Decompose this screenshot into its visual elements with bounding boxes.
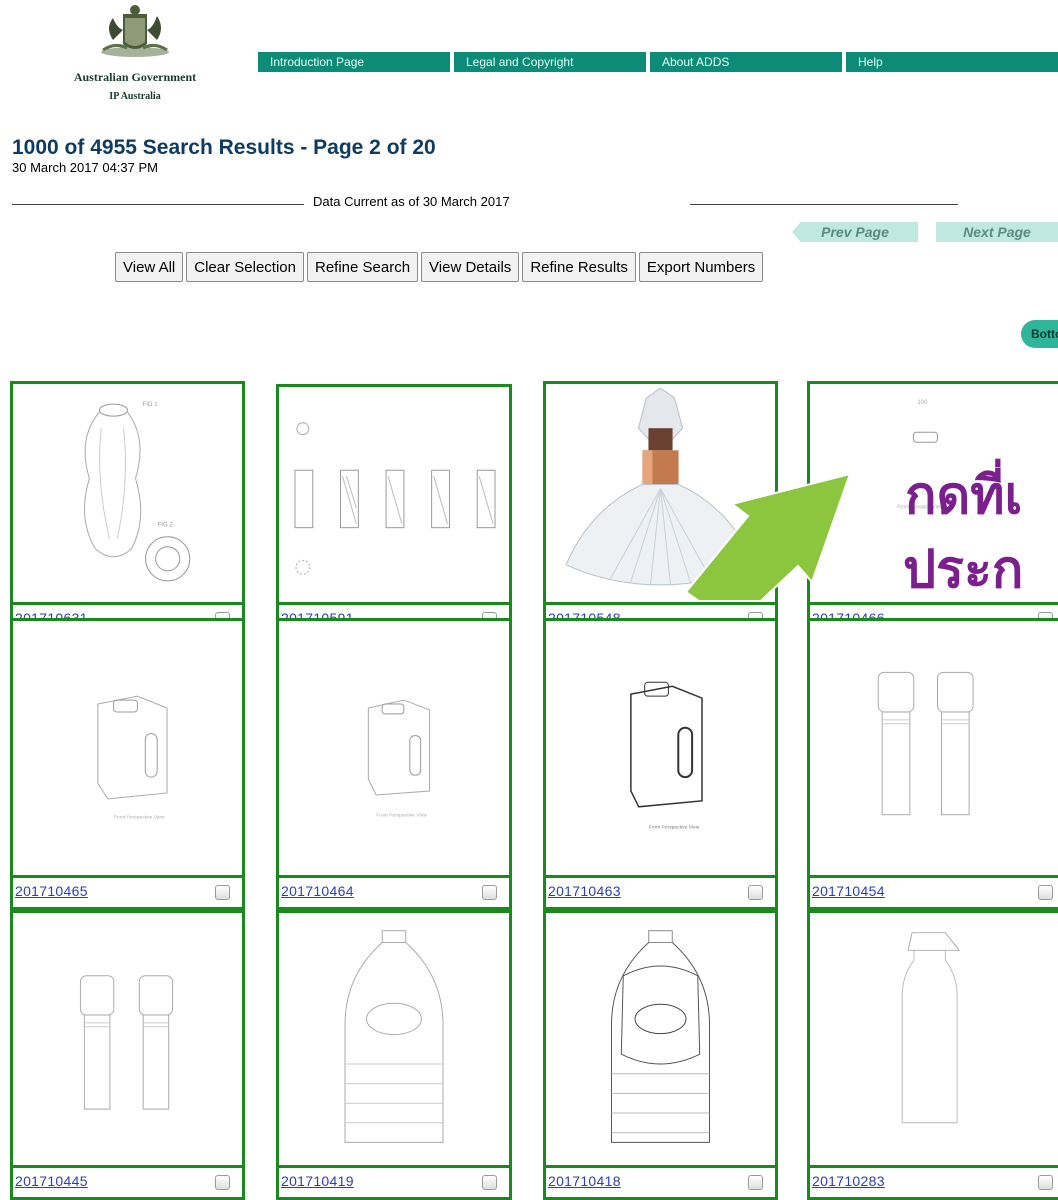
result-card: 201710454: [807, 618, 1058, 910]
result-card: Front Perspective View 201710465: [10, 618, 245, 910]
nav-help[interactable]: Help: [846, 52, 1058, 72]
top-nav-bar: Introduction Page Legal and Copyright Ab…: [258, 52, 1058, 72]
annotation-arrow-icon: [684, 472, 852, 600]
org-name: Australian Government: [73, 70, 197, 84]
annotation-text-line-1: กดที่เ: [905, 466, 1023, 526]
select-checkbox[interactable]: [215, 1175, 230, 1190]
select-checkbox[interactable]: [1038, 885, 1053, 900]
clear-selection-button[interactable]: Clear Selection: [186, 252, 304, 282]
card-divider: [546, 875, 775, 878]
card-divider: [279, 602, 509, 605]
refine-search-button[interactable]: Refine Search: [306, 252, 419, 282]
prev-page-button[interactable]: Prev Page: [792, 222, 918, 242]
nav-legal-copyright[interactable]: Legal and Copyright: [454, 52, 646, 72]
view-details-button[interactable]: View Details: [421, 252, 520, 282]
card-divider: [279, 875, 509, 878]
card-divider: [810, 602, 1058, 605]
jug-drawing-icon[interactable]: Front Perspective View: [550, 625, 771, 872]
svg-text:FIG 1: FIG 1: [143, 402, 159, 408]
select-checkbox[interactable]: [1038, 1175, 1053, 1190]
result-card: 201710445: [10, 910, 245, 1200]
result-number-link[interactable]: 201710463: [548, 883, 621, 899]
card-divider: [810, 1165, 1058, 1168]
bottom-button[interactable]: Bottom: [1021, 320, 1058, 348]
view-all-button[interactable]: View All: [115, 252, 184, 282]
select-checkbox[interactable]: [482, 885, 497, 900]
sport-bottle-drawing-icon[interactable]: [814, 917, 1058, 1162]
result-number-link[interactable]: 201710454: [812, 883, 885, 899]
card-divider: [546, 1165, 775, 1168]
svg-text:Front Perspective View: Front Perspective View: [376, 813, 427, 819]
bottle-set-drawing-icon[interactable]: [283, 391, 505, 599]
svg-text:FIG 2: FIG 2: [158, 523, 174, 529]
australian-government-logo: Australian Government IP Australia: [50, 0, 220, 112]
result-number-link[interactable]: 201710283: [812, 1173, 885, 1189]
jug-drawing-icon[interactable]: Front Perspective View: [283, 625, 505, 872]
result-card: FIG 1 FIG 2 201710631: [10, 381, 245, 637]
export-numbers-button[interactable]: Export Numbers: [638, 252, 764, 282]
result-number-link[interactable]: 201710464: [281, 883, 354, 899]
tumbler-pair-drawing-icon[interactable]: [17, 917, 238, 1162]
result-number-link[interactable]: 201710445: [15, 1173, 88, 1189]
divider-left: [12, 204, 304, 205]
card-divider: [546, 602, 775, 605]
result-card: 201710418: [543, 910, 778, 1200]
coat-of-arms-icon: [101, 5, 169, 57]
result-card: Front Perspective View 201710463: [543, 618, 778, 910]
card-divider: [810, 875, 1058, 878]
select-checkbox[interactable]: [748, 885, 763, 900]
tumbler-pair-drawing-icon[interactable]: [814, 625, 1058, 872]
select-checkbox[interactable]: [215, 885, 230, 900]
svg-text:Front Perspective View: Front Perspective View: [114, 815, 165, 821]
svg-text:100: 100: [917, 400, 928, 406]
card-divider: [279, 1165, 509, 1168]
nav-about-adds[interactable]: About ADDS: [650, 52, 842, 72]
select-checkbox[interactable]: [482, 1175, 497, 1190]
annotation-text-line-2: ประก: [903, 540, 1024, 600]
select-checkbox[interactable]: [748, 1175, 763, 1190]
results-toolbar: View All Clear Selection Refine Search V…: [115, 252, 766, 282]
result-card: 201710591: [276, 384, 512, 637]
svg-text:Front Perspective View: Front Perspective View: [649, 825, 700, 831]
result-card: Front Perspective View 201710464: [276, 618, 512, 910]
next-page-button[interactable]: Next Page: [936, 222, 1058, 242]
result-card: 201710283: [807, 910, 1058, 1200]
sub-org-name: IP Australia: [109, 91, 161, 102]
result-number-link[interactable]: 201710419: [281, 1173, 354, 1189]
card-divider: [13, 875, 242, 878]
result-timestamp: 30 March 2017 04:37 PM: [12, 160, 158, 175]
data-current-notice: Data Current as of 30 March 2017: [313, 194, 510, 209]
bottle-drawing-icon[interactable]: FIG 1 FIG 2: [17, 388, 238, 599]
result-number-link[interactable]: 201710418: [548, 1173, 621, 1189]
divider-right: [690, 204, 958, 205]
result-card: 201710419: [276, 910, 512, 1200]
card-divider: [13, 602, 242, 605]
large-bottle-drawing-icon[interactable]: [550, 917, 771, 1162]
page-title: 1000 of 4955 Search Results - Page 2 of …: [12, 136, 436, 159]
card-divider: [13, 1165, 242, 1168]
nav-introduction-page[interactable]: Introduction Page: [258, 52, 450, 72]
jug-drawing-icon[interactable]: Front Perspective View: [17, 625, 238, 872]
refine-results-button[interactable]: Refine Results: [522, 252, 636, 282]
result-number-link[interactable]: 201710465: [15, 883, 88, 899]
large-bottle-drawing-icon[interactable]: [283, 917, 505, 1162]
